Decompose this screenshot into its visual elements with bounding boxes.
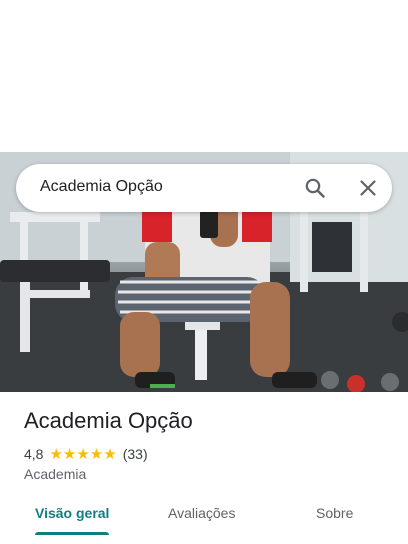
rating-row[interactable]: 4,8 ★★★★★ (33) xyxy=(24,445,148,463)
review-count[interactable]: (33) xyxy=(123,446,148,462)
tab-overview[interactable]: Visão geral xyxy=(35,505,109,521)
tab-bar: Visão geral Avaliações Sobre xyxy=(0,496,408,544)
close-icon[interactable] xyxy=(356,176,380,200)
tab-about[interactable]: Sobre xyxy=(316,505,353,521)
rating-stars-icon: ★★★★★ xyxy=(49,446,117,463)
search-input[interactable]: Academia Opção xyxy=(40,178,163,196)
tab-reviews[interactable]: Avaliações xyxy=(168,505,235,521)
active-tab-indicator xyxy=(35,532,109,535)
search-icon[interactable] xyxy=(303,176,327,200)
search-bar[interactable]: Academia Opção xyxy=(16,164,392,212)
place-category: Academia xyxy=(24,466,87,482)
rating-value: 4,8 xyxy=(24,446,44,462)
place-title: Academia Opção xyxy=(24,408,193,433)
